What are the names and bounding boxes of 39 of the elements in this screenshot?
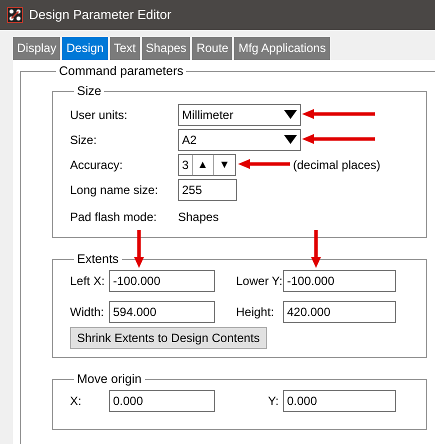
dropdown[interactable]: A2 bbox=[178, 128, 301, 150]
dropdown[interactable]: Millimeter bbox=[178, 104, 301, 126]
dropdown-value: A2 bbox=[182, 132, 197, 148]
field-label: Long name size: bbox=[70, 182, 160, 198]
field-value: Shapes bbox=[178, 208, 219, 226]
group-title: Command parameters bbox=[58, 64, 184, 78]
field-label: X: bbox=[70, 393, 82, 410]
input-field[interactable]: 0.000 bbox=[109, 390, 215, 412]
field-label: User units: bbox=[70, 106, 128, 124]
field-label: Size: bbox=[70, 132, 98, 148]
field-label: Lower Y: bbox=[236, 273, 283, 290]
field-label: Y: bbox=[268, 393, 280, 410]
input-field[interactable]: 594.000 bbox=[109, 301, 215, 323]
input-field[interactable]: -100.000 bbox=[283, 270, 396, 292]
input-field[interactable]: -100.000 bbox=[109, 270, 215, 292]
input-field[interactable]: 0.000 bbox=[283, 390, 396, 412]
field-label: Left X: bbox=[70, 273, 106, 290]
group-title: Extents bbox=[76, 252, 120, 266]
input-field[interactable]: 420.000 bbox=[283, 301, 396, 323]
tab[interactable]: Design bbox=[62, 37, 108, 60]
tab[interactable]: Display bbox=[13, 37, 60, 60]
app-logo-icon bbox=[7, 7, 23, 23]
tab[interactable]: Route bbox=[192, 37, 232, 60]
group-title: Size bbox=[76, 84, 102, 98]
field-label: Height: bbox=[236, 304, 276, 321]
group-title: Move origin bbox=[76, 372, 143, 386]
tab[interactable]: Text bbox=[110, 37, 140, 60]
dropdown-arrow-icon bbox=[284, 110, 297, 119]
tab[interactable]: Shapes bbox=[142, 37, 190, 60]
tab[interactable]: Mfg Applications bbox=[234, 37, 330, 60]
input-field[interactable]: 255 bbox=[178, 178, 237, 200]
field-label: Pad flash mode: bbox=[70, 208, 158, 226]
dropdown-value: Millimeter bbox=[182, 106, 234, 124]
hint-text: (decimal places) bbox=[293, 156, 380, 174]
field-label: Accuracy: bbox=[70, 156, 124, 174]
window-title: Design Parameter Editor bbox=[29, 6, 172, 24]
shrink-extents-button[interactable]: Shrink Extents to Design Contents bbox=[70, 327, 267, 349]
field-label: Width: bbox=[70, 304, 106, 321]
dropdown-arrow-icon bbox=[284, 135, 297, 144]
